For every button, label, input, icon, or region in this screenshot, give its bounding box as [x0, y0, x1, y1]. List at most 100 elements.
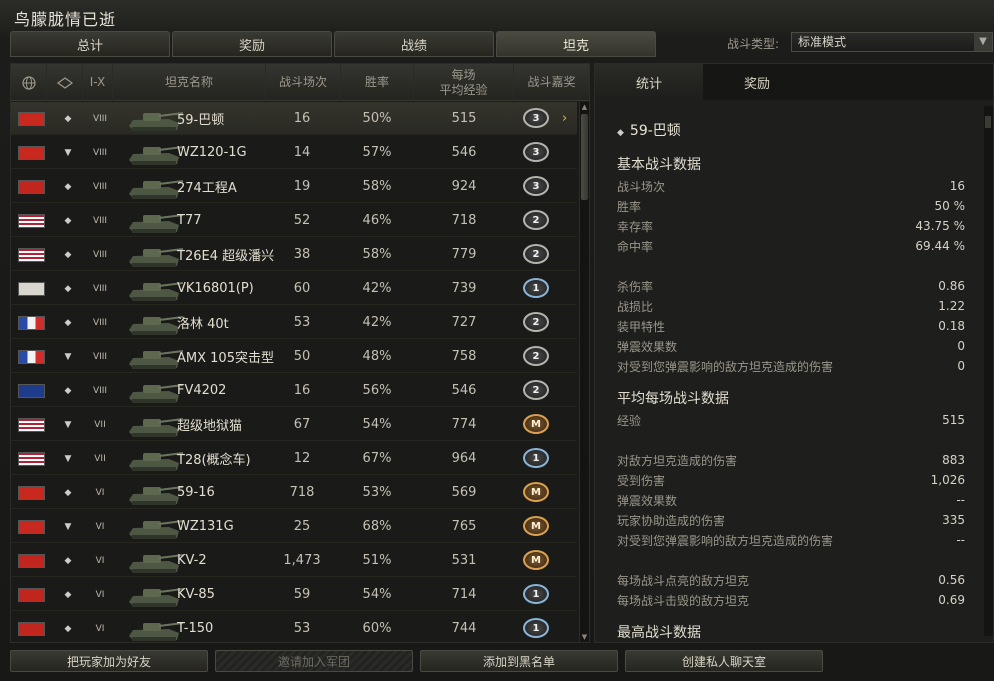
- table-row[interactable]: ◆ VI T-150 53 60% 744 1: [11, 612, 577, 642]
- stat-value: 0.56: [938, 573, 965, 587]
- stat-value: 0.18: [938, 319, 965, 333]
- tank-win-rate: 58%: [362, 179, 392, 194]
- tank-win-rate: 50%: [362, 111, 392, 126]
- tank-name: KV-85: [177, 587, 215, 602]
- mastery-badge-icon: M: [523, 550, 549, 570]
- tank-tier: VI: [95, 521, 105, 532]
- table-row[interactable]: ▼ VI WZ131G 25 68% 765 M: [11, 510, 577, 543]
- tank-list-scrollbar[interactable]: ▲ ▼: [579, 102, 589, 642]
- nation-flag-icon: [18, 316, 45, 330]
- table-row[interactable]: ◆ VIII T26E4 超级潘兴 38 58% 779 2: [11, 238, 577, 271]
- tank-win-rate: 56%: [362, 383, 392, 398]
- stat-value: 0.69: [938, 593, 965, 607]
- mastery-badge-icon: 2: [523, 380, 549, 400]
- tank-type-icon: ◆: [64, 385, 72, 396]
- scroll-thumb[interactable]: [985, 116, 991, 128]
- selected-tank-name: 59-巴顿: [629, 123, 681, 139]
- stat-label: 每场战斗击毁的敌方坦克: [617, 593, 750, 608]
- tank-name: 59-巴顿: [177, 113, 225, 128]
- stat-label: 对受到您弹震影响的敌方坦克造成的伤害: [617, 533, 834, 548]
- mastery-badge-icon: 3: [523, 108, 549, 128]
- table-row[interactable]: ◆ VI KV-2 1,473 51% 531 M: [11, 544, 577, 577]
- sort-nation-button[interactable]: [11, 64, 47, 101]
- tank-name: WZ120-1G: [177, 145, 247, 160]
- create-private-chat-button[interactable]: 创建私人聊天室: [625, 650, 823, 672]
- stat-value: 1.22: [938, 299, 965, 313]
- tank-tier: VIII: [92, 351, 108, 362]
- scroll-down-icon[interactable]: ▼: [580, 632, 589, 642]
- tab-total[interactable]: 总计: [10, 31, 170, 57]
- table-row[interactable]: ◆ VIII VK16801(P) 60 42% 739 1: [11, 272, 577, 305]
- nation-flag-icon: [18, 282, 45, 296]
- table-row[interactable]: ◆ VIII 59-巴顿 16 50% 515 3 ›: [11, 102, 577, 135]
- nation-flag-icon: [18, 520, 45, 534]
- tank-battles: 53: [293, 315, 311, 330]
- tank-image-icon: [129, 350, 184, 369]
- mastery-badge-icon: 1: [523, 584, 549, 604]
- table-row[interactable]: ◆ VIII 洛林 40t 53 42% 727 2: [11, 306, 577, 339]
- nation-flag-icon: [18, 384, 45, 398]
- mastery-badge-icon: M: [523, 414, 549, 434]
- add-blacklist-button[interactable]: 添加到黑名单: [420, 650, 618, 672]
- table-row[interactable]: ◆ VI 59-16 718 53% 569 M: [11, 476, 577, 509]
- stat-value: 515: [942, 413, 965, 427]
- stat-value: 1,026: [930, 473, 965, 487]
- sort-wins-button[interactable]: 胜率: [341, 64, 414, 101]
- sort-name-button[interactable]: 坦克名称: [113, 64, 266, 101]
- tank-win-rate: 57%: [362, 145, 392, 160]
- table-row[interactable]: ◆ VIII 274工程A 19 58% 924 3: [11, 170, 577, 203]
- chevron-down-icon[interactable]: ▼: [974, 33, 992, 51]
- tank-tier: VIII: [92, 113, 108, 124]
- battle-type-value: 标准模式: [798, 35, 847, 49]
- tank-avg-xp: 714: [451, 587, 477, 602]
- sort-avgxp-button[interactable]: 每场 平均经验: [414, 64, 514, 101]
- table-row[interactable]: ▼ VIII AMX 105突击型 50 48% 758 2: [11, 340, 577, 373]
- tank-tier: VII: [94, 419, 106, 430]
- scroll-up-icon[interactable]: ▲: [580, 102, 589, 112]
- table-row[interactable]: ▼ VII 超级地狱猫 67 54% 774 M: [11, 408, 577, 441]
- stat-value: 335: [942, 513, 965, 527]
- stat-label: 胜率: [617, 199, 642, 214]
- battle-type-label: 战斗类型:: [727, 37, 780, 51]
- tank-type-icon: ◆: [64, 317, 72, 328]
- table-row[interactable]: ▼ VII T28(概念车) 12 67% 964 1: [11, 442, 577, 475]
- nation-flag-icon: [18, 452, 45, 466]
- tank-avg-xp: 739: [451, 281, 477, 296]
- tab-panel-awards[interactable]: 奖励: [703, 64, 811, 100]
- tab-stats[interactable]: 统计: [595, 64, 703, 100]
- tank-type-icon: ◆: [64, 555, 72, 566]
- stat-value: --: [956, 493, 965, 507]
- stats-panel-scrollbar[interactable]: [984, 106, 993, 636]
- stat-value: 50 %: [934, 199, 966, 213]
- table-row[interactable]: ◆ VIII FV4202 16 56% 546 2: [11, 374, 577, 407]
- sort-battles-button[interactable]: 战斗场次: [266, 64, 341, 101]
- tank-image-icon: [129, 554, 184, 573]
- mastery-badge-icon: 2: [523, 210, 549, 230]
- tank-tier: VI: [95, 589, 105, 600]
- tab-records[interactable]: 战绩: [334, 31, 494, 57]
- table-row[interactable]: ◆ VI KV-85 59 54% 714 1: [11, 578, 577, 611]
- tab-awards[interactable]: 奖励: [172, 31, 332, 57]
- nation-flag-icon: [18, 418, 45, 432]
- stat-value: --: [956, 533, 965, 547]
- tank-image-icon: [129, 248, 184, 267]
- tank-avg-xp: 718: [451, 213, 477, 228]
- sort-type-button[interactable]: [47, 64, 83, 101]
- stat-row: 玩家协助造成的伤害 335: [617, 511, 965, 529]
- mastery-badge-icon: 1: [523, 448, 549, 468]
- stat-label: 弹震效果数: [617, 339, 678, 354]
- stat-label: 经验: [617, 413, 642, 428]
- scroll-thumb[interactable]: [581, 114, 588, 200]
- tank-avg-xp: 758: [451, 349, 477, 364]
- invite-clan-button[interactable]: 邀请加入军团: [215, 650, 413, 672]
- tank-type-icon: ▼: [64, 419, 72, 430]
- battle-type-select[interactable]: 标准模式 ▼: [791, 32, 993, 52]
- sort-mastery-button[interactable]: 战斗嘉奖: [514, 64, 589, 101]
- tab-tanks[interactable]: 坦克: [496, 31, 656, 57]
- table-row[interactable]: ▼ VIII WZ120-1G 14 57% 546 3: [11, 136, 577, 169]
- tank-type-icon: ◆: [64, 589, 72, 600]
- table-row[interactable]: ◆ VIII T77 52 46% 718 2: [11, 204, 577, 237]
- chevron-right-icon: ›: [562, 111, 568, 126]
- sort-tier-button[interactable]: I-X: [83, 64, 113, 101]
- add-friend-button[interactable]: 把玩家加为好友: [10, 650, 208, 672]
